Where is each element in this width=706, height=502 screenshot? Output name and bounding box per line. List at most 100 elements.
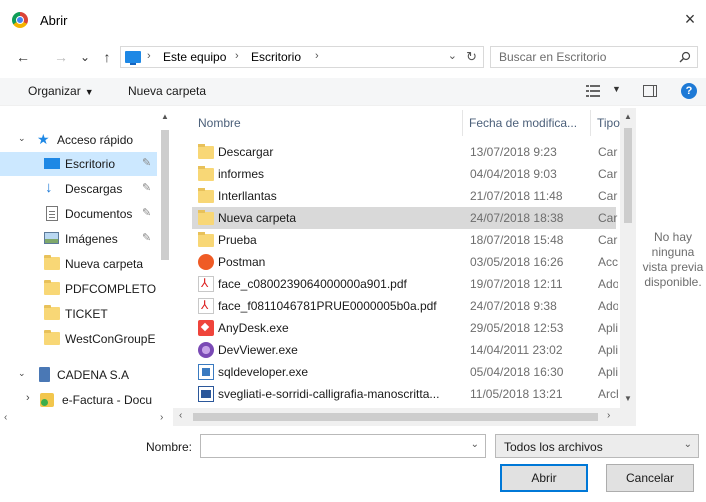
address-separator: ›: [315, 50, 319, 62]
sidebar-item-imagenes[interactable]: Imágenes ✎: [0, 227, 172, 251]
scroll-right-icon[interactable]: ›: [607, 410, 610, 421]
file-type: Carpeta: [598, 145, 618, 159]
file-row[interactable]: sqldeveloper.exe 05/04/2018 16:30 Aplicaci…: [192, 361, 618, 383]
file-row[interactable]: Interllantas 21/07/2018 11:48 Carpeta: [192, 185, 618, 207]
file-name: Postman: [218, 255, 266, 269]
pin-icon: ✎: [142, 232, 152, 244]
scrollbar-thumb[interactable]: [624, 128, 632, 223]
column-header-type[interactable]: Tipo: [591, 108, 621, 138]
pin-icon: ✎: [142, 157, 152, 169]
refresh-icon[interactable]: ↻: [466, 49, 477, 65]
file-name-input[interactable]: ⌄: [200, 434, 486, 458]
sidebar-item-label: Nueva carpeta: [65, 257, 144, 271]
folder-icon: [198, 166, 214, 181]
scroll-left-icon[interactable]: ‹: [4, 412, 7, 423]
scrollbar-thumb[interactable]: [161, 130, 169, 260]
expanded-chevron-icon[interactable]: ⌄: [18, 368, 26, 379]
scroll-down-icon[interactable]: ▼: [624, 394, 632, 403]
file-list-scrollbar[interactable]: ▲ ▼: [620, 108, 636, 408]
sidebar-item-escritorio[interactable]: Escritorio ✎: [0, 152, 172, 176]
server-icon: [39, 367, 50, 382]
column-label: Fecha de modifica...: [469, 116, 578, 130]
file-row[interactable]: face_c0800239064000000a901.pdf 19/07/2018…: [192, 273, 618, 295]
view-options-icon[interactable]: [586, 85, 600, 97]
collapsed-chevron-icon[interactable]: ›: [26, 392, 30, 404]
breadcrumb-escritorio[interactable]: Escritorio: [251, 50, 301, 64]
scroll-up-icon[interactable]: ▲: [161, 112, 169, 121]
sidebar-item-label: Escritorio: [65, 157, 116, 171]
sidebar-item-nueva-carpeta[interactable]: Nueva carpeta: [0, 252, 172, 276]
organize-button[interactable]: Organizar ▼: [28, 84, 94, 98]
file-row[interactable]: AnyDesk.exe 29/05/2018 12:53 Aplicación: [192, 317, 618, 339]
file-type: Carpeta: [598, 233, 618, 247]
folder-icon: [44, 305, 60, 320]
sidebar-item-efactura[interactable]: › e-Factura - Docu: [0, 388, 172, 412]
preview-pane-message: No hay ninguna vista previa disponible.: [640, 230, 706, 290]
new-folder-button[interactable]: Nueva carpeta: [128, 84, 206, 98]
recent-locations-chevron-icon[interactable]: ⌄: [76, 48, 94, 66]
sidebar-item-descargas[interactable]: ↓ Descargas ✎: [0, 177, 172, 201]
file-type-filter-value: Todos los archivos: [504, 440, 603, 454]
file-row[interactable]: svegliati-e-sorridi-calligrafia-manoscri…: [192, 383, 618, 405]
file-name: DevViewer.exe: [218, 343, 298, 357]
desktop-icon: [44, 158, 60, 169]
file-list-hscrollbar[interactable]: ‹ ›: [173, 408, 636, 426]
address-bar[interactable]: › Este equipo › Escritorio › ⌄ ↻: [120, 46, 484, 68]
file-name: Interllantas: [218, 189, 277, 203]
folder-icon: [44, 255, 60, 270]
back-arrow-icon[interactable]: ←: [14, 48, 32, 66]
column-header-date[interactable]: Fecha de modifica...: [463, 108, 589, 138]
file-row-selected[interactable]: Nueva carpeta 24/07/2018 18:38 Carpeta: [192, 207, 618, 229]
pictures-icon: [44, 232, 59, 244]
sidebar-item-pdfcompleto[interactable]: PDFCOMPLETO: [0, 277, 172, 301]
sidebar-item-ticket[interactable]: TICKET: [0, 302, 172, 326]
expanded-chevron-icon[interactable]: ⌄: [18, 133, 26, 144]
anydesk-icon: [198, 320, 214, 336]
file-list: Nombre Fecha de modifica... Tipo Descarg…: [186, 108, 636, 408]
preview-pane-icon[interactable]: [643, 85, 657, 97]
file-date: 05/04/2018 16:30: [470, 365, 564, 379]
up-arrow-icon[interactable]: ↑: [98, 48, 116, 66]
efactura-icon: [40, 393, 54, 407]
chevron-down-icon[interactable]: ⌄: [471, 439, 479, 450]
cancel-button[interactable]: Cancelar: [606, 464, 694, 492]
file-type-filter[interactable]: Todos los archivos ⌄: [495, 434, 699, 458]
view-caret-icon[interactable]: ▼: [612, 84, 621, 94]
column-header-name[interactable]: Nombre: [186, 108, 462, 138]
file-type: Archivo: [598, 387, 618, 401]
file-name: sqldeveloper.exe: [218, 365, 309, 379]
scroll-right-icon[interactable]: ›: [160, 412, 163, 423]
search-icon[interactable]: [679, 51, 691, 63]
file-row[interactable]: face_f0811046781PRUE0000005b0a.pdf 24/07/…: [192, 295, 618, 317]
forward-arrow-icon[interactable]: →: [52, 48, 70, 66]
sidebar-item-acceso-rapido[interactable]: ⌄ ★ Acceso rápido: [0, 128, 172, 152]
help-icon[interactable]: ?: [681, 83, 697, 99]
close-icon[interactable]: ×: [678, 8, 702, 32]
search-box[interactable]: Buscar en Escritorio: [490, 46, 698, 68]
file-row[interactable]: informes 04/04/2018 9:03 Carpeta: [192, 163, 618, 185]
sidebar-item-cadena[interactable]: ⌄ CADENA S.A: [0, 363, 172, 387]
file-row[interactable]: Prueba 18/07/2018 15:48 Carpeta: [192, 229, 618, 251]
folder-icon: [198, 232, 214, 247]
file-name: Descargar: [218, 145, 274, 159]
file-type: Aplicación: [598, 321, 618, 335]
file-name: Nueva carpeta: [218, 211, 297, 225]
breadcrumb-este-equipo[interactable]: Este equipo: [163, 50, 226, 64]
scroll-up-icon[interactable]: ▲: [624, 112, 632, 121]
navigation-pane-hscrollbar[interactable]: ‹ ›: [0, 410, 173, 426]
scroll-left-icon[interactable]: ‹: [179, 410, 182, 421]
sidebar-item-documentos[interactable]: Documentos ✎: [0, 202, 172, 226]
file-row[interactable]: Postman 03/05/2018 16:26 Acceso: [192, 251, 618, 273]
sidebar-item-westcongroup[interactable]: WestConGroupE: [0, 327, 172, 351]
file-row[interactable]: DevViewer.exe 14/04/2011 23:02 Aplicación: [192, 339, 618, 361]
scrollbar-thumb[interactable]: [193, 413, 598, 421]
open-button[interactable]: Abrir: [500, 464, 588, 492]
file-type: Adobe: [598, 277, 618, 291]
file-name: AnyDesk.exe: [218, 321, 289, 335]
column-label: Nombre: [198, 116, 241, 130]
word-document-icon: [198, 386, 214, 402]
folder-icon: [44, 280, 60, 295]
file-row[interactable]: Descargar 13/07/2018 9:23 Carpeta: [192, 141, 618, 163]
address-dropdown-icon[interactable]: ⌄: [448, 49, 457, 62]
navigation-pane-scrollbar[interactable]: ▲: [157, 108, 173, 410]
